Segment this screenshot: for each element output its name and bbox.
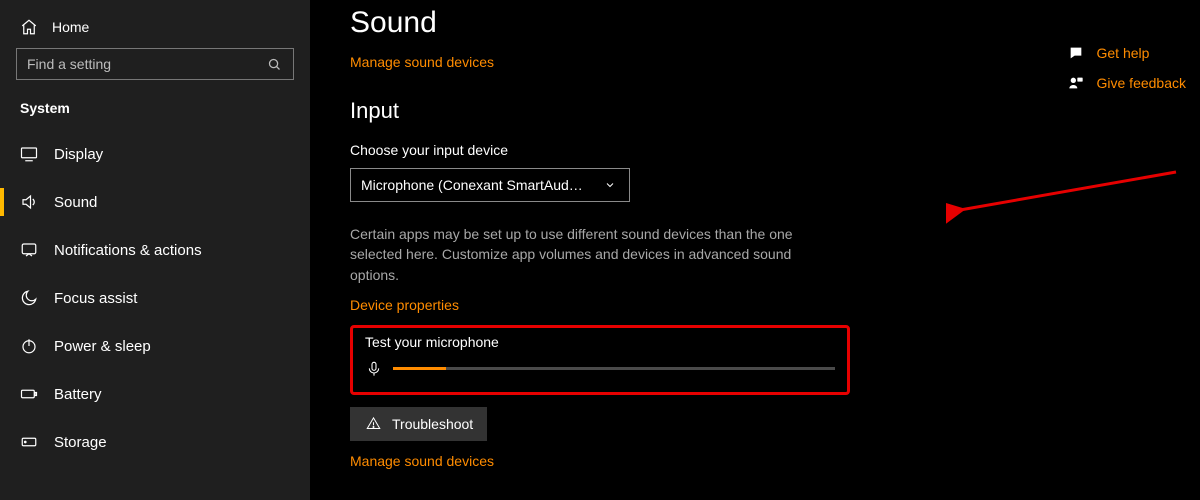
section-input: Input (350, 98, 1160, 124)
power-icon (20, 337, 38, 355)
battery-icon (20, 385, 38, 403)
sidebar-item-label: Display (54, 146, 103, 163)
sidebar-item-label: Notifications & actions (54, 242, 202, 259)
sidebar: Home Find a setting System Display Sound… (0, 0, 310, 500)
home-label: Home (52, 19, 89, 35)
sidebar-item-label: Battery (54, 386, 102, 403)
main-content: Sound Manage sound devices Input Choose … (310, 0, 1200, 500)
sidebar-item-sound[interactable]: Sound (0, 178, 310, 226)
feedback-icon (1067, 74, 1085, 92)
notifications-icon (20, 241, 38, 259)
search-icon (265, 55, 283, 73)
home-nav[interactable]: Home (0, 12, 310, 48)
give-feedback-link[interactable]: Give feedback (1067, 74, 1187, 92)
sidebar-item-battery[interactable]: Battery (0, 370, 310, 418)
sidebar-item-focus-assist[interactable]: Focus assist (0, 274, 310, 322)
sidebar-item-label: Storage (54, 434, 107, 451)
help-icon (1067, 44, 1085, 62)
apps-description: Certain apps may be set up to use differ… (350, 224, 800, 285)
highlight-box: Test your microphone (350, 325, 850, 395)
selected-device: Microphone (Conexant SmartAud… (361, 177, 583, 193)
manage-sound-devices-link[interactable]: Manage sound devices (350, 54, 494, 70)
give-feedback-label: Give feedback (1097, 75, 1187, 91)
device-properties-link[interactable]: Device properties (350, 297, 459, 313)
test-mic-label: Test your microphone (365, 334, 835, 350)
display-icon (20, 145, 38, 163)
sidebar-item-label: Sound (54, 194, 97, 211)
right-links: Get help Give feedback (1067, 44, 1187, 104)
get-help-link[interactable]: Get help (1067, 44, 1187, 62)
get-help-label: Get help (1097, 45, 1150, 61)
microphone-icon (365, 360, 383, 378)
search-placeholder: Find a setting (27, 56, 111, 72)
sidebar-item-label: Focus assist (54, 290, 137, 307)
choose-input-label: Choose your input device (350, 142, 1160, 158)
storage-icon (20, 433, 38, 451)
mic-level-row (365, 360, 835, 378)
home-icon (20, 18, 38, 36)
input-device-select[interactable]: Microphone (Conexant SmartAud… (350, 168, 630, 202)
page-title: Sound (350, 6, 1160, 40)
sidebar-item-label: Power & sleep (54, 338, 151, 355)
annotation-arrow (946, 166, 1186, 226)
sidebar-item-display[interactable]: Display (0, 130, 310, 178)
search-input[interactable]: Find a setting (16, 48, 294, 80)
sidebar-item-notifications[interactable]: Notifications & actions (0, 226, 310, 274)
troubleshoot-label: Troubleshoot (392, 416, 473, 432)
warning-icon (364, 415, 382, 433)
breadcrumb: System (0, 94, 310, 130)
troubleshoot-button[interactable]: Troubleshoot (350, 407, 487, 441)
mic-level-bar (393, 367, 835, 370)
sidebar-item-power-sleep[interactable]: Power & sleep (0, 322, 310, 370)
sidebar-item-storage[interactable]: Storage (0, 418, 310, 466)
sound-icon (20, 193, 38, 211)
focus-assist-icon (20, 289, 38, 307)
chevron-down-icon (601, 176, 619, 194)
manage-sound-devices-link-2[interactable]: Manage sound devices (350, 453, 494, 469)
